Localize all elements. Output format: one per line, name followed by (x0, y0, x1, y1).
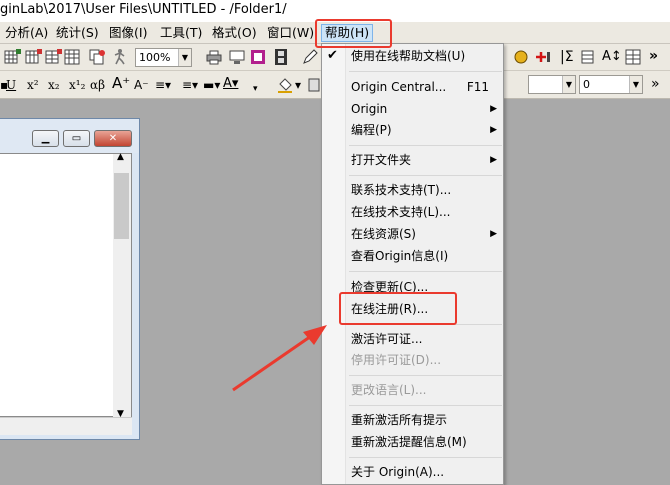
menu-item-activate-license[interactable]: 激活许可证... (351, 331, 422, 347)
toolbar-overflow-icon[interactable]: ▾ (253, 80, 258, 98)
grid-view-icon[interactable] (625, 48, 643, 66)
menu-item-open-folder[interactable]: 打开文件夹 (351, 152, 411, 168)
sum-icon[interactable]: |Σ (560, 48, 574, 66)
menu-format[interactable]: 格式(O) (209, 24, 260, 42)
highlight-box-help-menu (315, 19, 392, 48)
sort-az-icon[interactable]: A↕ (602, 48, 622, 66)
column-add-icon[interactable] (25, 48, 43, 66)
annotation-arrow-icon (232, 325, 327, 392)
menu-window[interactable]: 窗口(W) (264, 24, 317, 42)
font-size-select[interactable]: 0 ▼ (579, 75, 643, 94)
film-icon[interactable] (272, 48, 290, 66)
menu-item-origin-info[interactable]: 查看Origin信息(I) (351, 248, 448, 264)
underline-icon[interactable]: U (6, 76, 16, 94)
menu-item-origin-central[interactable]: Origin Central... (351, 79, 446, 95)
menu-separator (349, 457, 502, 458)
chevron-down-icon: ▼ (629, 76, 642, 93)
increase-font-icon[interactable]: A⁺ (112, 74, 130, 92)
menu-item-about-origin[interactable]: 关于 Origin(A)... (351, 464, 444, 480)
toolbar-overflow-icon[interactable]: » (651, 75, 660, 93)
runner-icon[interactable] (110, 48, 128, 66)
menu-item-reactivate-prompts[interactable]: 重新激活所有提示 (351, 412, 447, 428)
menu-item-contact-support[interactable]: 联系技术支持(T)... (351, 182, 451, 198)
fill-bucket-icon[interactable] (276, 76, 294, 94)
menu-separator (349, 405, 502, 406)
submenu-arrow-icon: ▶ (490, 125, 497, 135)
sort-icon[interactable] (580, 48, 598, 66)
window-title: ginLab\2017\User Files\UNTITLED - /Folde… (0, 2, 287, 17)
layout-icon[interactable] (249, 48, 267, 66)
add-plot-icon[interactable] (534, 48, 552, 66)
font-size-value: 0 (583, 78, 590, 91)
menu-separator (349, 271, 502, 272)
menu-separator (349, 145, 502, 146)
highlight-box-online-registration (339, 292, 457, 325)
subscript-icon[interactable]: x₂ (48, 76, 60, 94)
copy-icon[interactable] (88, 48, 106, 66)
scrollbar-thumb[interactable] (114, 173, 129, 239)
menu-item-change-language[interactable]: 更改语言(L)... (351, 382, 427, 398)
menu-analysis[interactable]: 分析(A) (2, 24, 51, 42)
menu-item-programming[interactable]: 编程(P) (351, 122, 392, 138)
display-icon[interactable] (228, 48, 246, 66)
menu-item-online-help[interactable]: 使用在线帮助文档(U) (351, 48, 465, 64)
super-subscript-icon[interactable]: x¹₂ (69, 76, 85, 94)
menu-gutter (322, 44, 346, 484)
font-color-icon[interactable]: A▾ (223, 75, 238, 93)
fill-color-dropdown-icon[interactable]: ▾ (295, 76, 301, 94)
align-icon[interactable]: ≡▾ (155, 76, 171, 94)
row-add-icon[interactable] (45, 48, 63, 66)
menu-tools[interactable]: 工具(T) (157, 24, 205, 42)
chevron-down-icon: ▼ (178, 49, 191, 66)
minimize-button[interactable]: ▁ (32, 130, 59, 147)
menu-separator (349, 175, 502, 176)
help-menu-dropdown: ✔ 使用在线帮助文档(U) Origin Central... F11 Orig… (321, 43, 504, 485)
check-icon: ✔ (327, 48, 338, 63)
line-width-select[interactable]: ▼ (528, 75, 576, 94)
line-width-icon[interactable]: ▬▾ (203, 76, 220, 94)
menu-item-origin[interactable]: Origin (351, 101, 387, 117)
chevron-down-icon: ▼ (562, 76, 575, 93)
menu-item-reactivate-reminders[interactable]: 重新激活提醒信息(M) (351, 434, 467, 450)
menu-statistics[interactable]: 统计(S) (53, 24, 102, 42)
submenu-arrow-icon: ▶ (490, 229, 497, 239)
pen-icon[interactable] (301, 48, 319, 66)
superscript-icon[interactable]: x² (27, 76, 39, 94)
decrease-font-icon[interactable]: A⁻ (134, 76, 149, 94)
menu-separator (349, 71, 502, 72)
horizontal-scrollbar[interactable] (0, 417, 132, 435)
zoom-select[interactable]: 100% ▼ (135, 48, 192, 67)
menu-item-deactivate-license[interactable]: 停用许可证(D)... (351, 352, 441, 368)
menu-separator (349, 375, 502, 376)
child-window[interactable]: ▁ ▭ ✕ ▲ ▼ (0, 118, 140, 440)
menu-item-online-support[interactable]: 在线技术支持(L)... (351, 204, 451, 220)
close-button[interactable]: ✕ (94, 130, 132, 147)
line-style-icon[interactable]: ≡▾ (182, 76, 198, 94)
maximize-button[interactable]: ▭ (63, 130, 90, 147)
menu-item-online-resources[interactable]: 在线资源(S) (351, 226, 416, 242)
greek-icon[interactable]: αβ (90, 76, 105, 94)
menu-image[interactable]: 图像(I) (106, 24, 150, 42)
child-window-titlebar[interactable]: ▁ ▭ ✕ (0, 119, 139, 153)
menu-shortcut: F11 (466, 80, 489, 94)
grid-add-icon[interactable] (4, 48, 22, 66)
zoom-value: 100% (139, 51, 171, 64)
submenu-arrow-icon: ▶ (490, 155, 497, 165)
toolbar-overflow-icon[interactable]: » (649, 47, 658, 65)
print-icon[interactable] (205, 48, 223, 66)
scroll-up-icon[interactable]: ▲ (117, 152, 124, 162)
color-wheel-icon[interactable] (512, 48, 530, 66)
grid-icon[interactable] (64, 48, 82, 66)
submenu-arrow-icon: ▶ (490, 104, 497, 114)
